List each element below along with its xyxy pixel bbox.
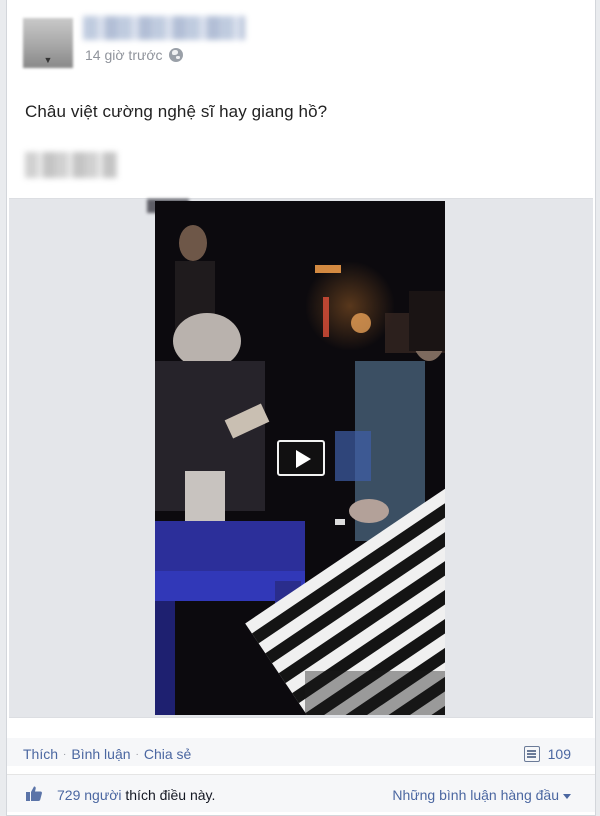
action-bar: Thích · Bình luận · Chia sẻ 109 [7,738,595,766]
post-meta: 14 giờ trước [85,46,183,64]
like-link[interactable]: Thích [23,746,58,762]
video-player[interactable] [155,201,445,715]
comment-sort-label: Những bình luận hàng đầu [392,787,559,803]
post-timestamp[interactable]: 14 giờ trước [85,47,163,63]
comment-count-value: 109 [547,746,571,762]
separator: · [63,748,67,760]
post-text: Châu việt cường nghệ sĩ hay giang hồ? [25,102,328,121]
comment-link[interactable]: Bình luận [71,746,130,762]
caret-down-icon [563,793,571,799]
post-header: ▼ 14 giờ trước [7,0,595,78]
comment-sort-dropdown[interactable]: Những bình luận hàng đầu [392,787,571,803]
comment-icon [523,746,540,762]
play-button[interactable] [277,440,325,476]
separator: · [135,748,139,760]
likes-summary: 729 người thích điều này. [57,787,215,803]
video-container [9,198,593,718]
globe-icon[interactable] [168,48,183,62]
likes-suffix: thích điều này. [121,787,216,803]
share-link[interactable]: Chia sẻ [144,746,191,762]
redacted-text [25,152,117,178]
thumbs-up-icon [26,786,42,801]
comment-count[interactable]: 109 [523,746,571,762]
likes-row: 729 người thích điều này. Những bình luậ… [7,774,595,812]
author-name-redacted[interactable] [83,16,245,40]
action-links: Thích · Bình luận · Chia sẻ [23,746,191,762]
chevron-down-icon[interactable]: ▼ [43,56,53,65]
likes-count[interactable]: 729 người [57,787,121,803]
post-card: ▼ 14 giờ trước Châu việt cường nghệ sĩ h… [6,0,596,816]
